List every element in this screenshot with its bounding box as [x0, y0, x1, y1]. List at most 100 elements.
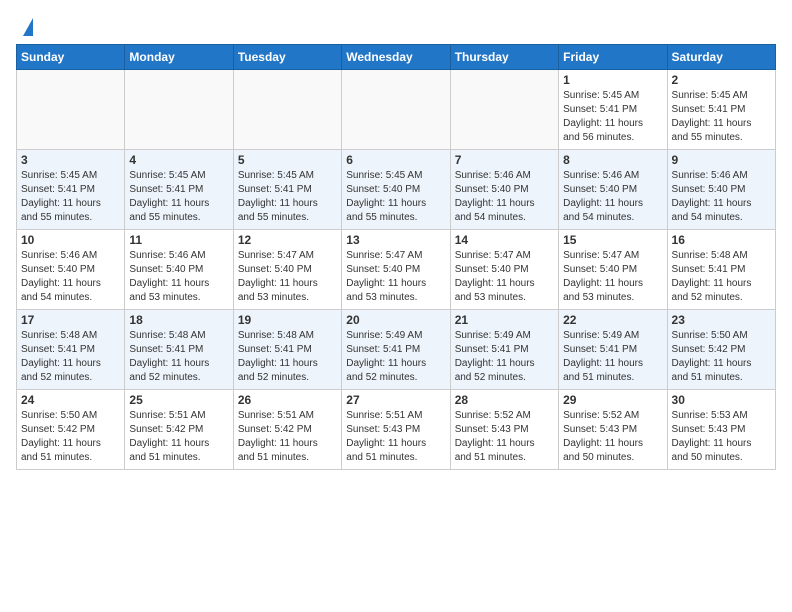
calendar-day-cell: 18Sunrise: 5:48 AM Sunset: 5:41 PM Dayli… — [125, 310, 233, 390]
day-number: 11 — [129, 233, 228, 247]
weekday-header-wednesday: Wednesday — [342, 45, 450, 70]
weekday-header-saturday: Saturday — [667, 45, 775, 70]
day-info: Sunrise: 5:45 AM Sunset: 5:41 PM Dayligh… — [129, 169, 228, 225]
day-info: Sunrise: 5:47 AM Sunset: 5:40 PM Dayligh… — [238, 249, 337, 305]
page-header — [16, 16, 776, 36]
day-number: 25 — [129, 393, 228, 407]
day-number: 27 — [346, 393, 445, 407]
day-number: 20 — [346, 313, 445, 327]
day-info: Sunrise: 5:47 AM Sunset: 5:40 PM Dayligh… — [455, 249, 554, 305]
day-info: Sunrise: 5:52 AM Sunset: 5:43 PM Dayligh… — [563, 409, 662, 465]
day-number: 29 — [563, 393, 662, 407]
day-number: 8 — [563, 153, 662, 167]
weekday-header-thursday: Thursday — [450, 45, 558, 70]
calendar-day-cell: 1 Sunrise: 5:45 AM Sunset: 5:41 PM Daylig… — [559, 70, 667, 150]
day-number: 23 — [672, 313, 771, 327]
calendar-day-cell: 13 Sunrise: 5:47 AM Sunset: 5:40 PM Dayli… — [342, 230, 450, 310]
day-info: Sunrise: 5:45 AM Sunset: 5:41 PM Dayligh… — [672, 89, 771, 145]
day-number: 13 — [346, 233, 445, 247]
day-info: Sunrise: 5:46 AM Sunset: 5:40 PM Dayligh… — [21, 249, 120, 305]
day-number: 21 — [455, 313, 554, 327]
day-number: 15 — [563, 233, 662, 247]
calendar-day-cell: 26 Sunrise: 5:51 AM Sunset: 5:42 PM Dayli… — [233, 390, 341, 470]
calendar-day-cell: 17 Sunrise: 5:48 AM Sunset: 5:41 PM Dayli… — [17, 310, 125, 390]
logo-triangle-icon — [23, 18, 33, 36]
weekday-header-tuesday: Tuesday — [233, 45, 341, 70]
day-number: 10 — [21, 233, 120, 247]
logo — [16, 16, 33, 36]
calendar-day-cell — [17, 70, 125, 150]
day-info: Sunrise: 5:53 AM Sunset: 5:43 PM Dayligh… — [672, 409, 771, 465]
day-info: Sunrise: 5:49 AM Sunset: 5:41 PM Dayligh… — [455, 329, 554, 385]
calendar-week-row: 24Sunrise: 5:50 AM Sunset: 5:42 PM Dayli… — [17, 390, 776, 470]
calendar-week-row: 3 Sunrise: 5:45 AM Sunset: 5:41 PM Daylig… — [17, 150, 776, 230]
day-info: Sunrise: 5:51 AM Sunset: 5:43 PM Dayligh… — [346, 409, 445, 465]
day-info: Sunrise: 5:48 AM Sunset: 5:41 PM Dayligh… — [129, 329, 228, 385]
day-number: 19 — [238, 313, 337, 327]
day-info: Sunrise: 5:50 AM Sunset: 5:42 PM Dayligh… — [21, 409, 120, 465]
day-number: 7 — [455, 153, 554, 167]
day-info: Sunrise: 5:46 AM Sunset: 5:40 PM Dayligh… — [455, 169, 554, 225]
calendar-day-cell: 20 Sunrise: 5:49 AM Sunset: 5:41 PM Dayli… — [342, 310, 450, 390]
day-number: 5 — [238, 153, 337, 167]
day-info: Sunrise: 5:47 AM Sunset: 5:40 PM Dayligh… — [563, 249, 662, 305]
calendar-day-cell: 25 Sunrise: 5:51 AM Sunset: 5:42 PM Dayli… — [125, 390, 233, 470]
calendar-day-cell: 2 Sunrise: 5:45 AM Sunset: 5:41 PM Daylig… — [667, 70, 775, 150]
calendar-day-cell: 27 Sunrise: 5:51 AM Sunset: 5:43 PM Dayli… — [342, 390, 450, 470]
day-number: 12 — [238, 233, 337, 247]
day-number: 16 — [672, 233, 771, 247]
weekday-header-friday: Friday — [559, 45, 667, 70]
calendar-table: SundayMondayTuesdayWednesdayThursdayFrid… — [16, 44, 776, 470]
calendar-week-row: 17 Sunrise: 5:48 AM Sunset: 5:41 PM Dayli… — [17, 310, 776, 390]
day-number: 3 — [21, 153, 120, 167]
calendar-day-cell: 24Sunrise: 5:50 AM Sunset: 5:42 PM Dayli… — [17, 390, 125, 470]
day-info: Sunrise: 5:50 AM Sunset: 5:42 PM Dayligh… — [672, 329, 771, 385]
day-number: 14 — [455, 233, 554, 247]
calendar-day-cell — [342, 70, 450, 150]
day-info: Sunrise: 5:46 AM Sunset: 5:40 PM Dayligh… — [672, 169, 771, 225]
calendar-day-cell: 29 Sunrise: 5:52 AM Sunset: 5:43 PM Dayli… — [559, 390, 667, 470]
day-info: Sunrise: 5:45 AM Sunset: 5:41 PM Dayligh… — [238, 169, 337, 225]
calendar-day-cell — [125, 70, 233, 150]
day-number: 22 — [563, 313, 662, 327]
day-info: Sunrise: 5:46 AM Sunset: 5:40 PM Dayligh… — [129, 249, 228, 305]
calendar-day-cell: 14 Sunrise: 5:47 AM Sunset: 5:40 PM Dayli… — [450, 230, 558, 310]
day-number: 30 — [672, 393, 771, 407]
day-info: Sunrise: 5:52 AM Sunset: 5:43 PM Dayligh… — [455, 409, 554, 465]
calendar-day-cell: 21 Sunrise: 5:49 AM Sunset: 5:41 PM Dayli… — [450, 310, 558, 390]
day-info: Sunrise: 5:51 AM Sunset: 5:42 PM Dayligh… — [129, 409, 228, 465]
calendar-day-cell: 15 Sunrise: 5:47 AM Sunset: 5:40 PM Dayli… — [559, 230, 667, 310]
day-info: Sunrise: 5:45 AM Sunset: 5:41 PM Dayligh… — [563, 89, 662, 145]
day-info: Sunrise: 5:46 AM Sunset: 5:40 PM Dayligh… — [563, 169, 662, 225]
day-info: Sunrise: 5:51 AM Sunset: 5:42 PM Dayligh… — [238, 409, 337, 465]
day-number: 9 — [672, 153, 771, 167]
weekday-header-row: SundayMondayTuesdayWednesdayThursdayFrid… — [17, 45, 776, 70]
day-info: Sunrise: 5:48 AM Sunset: 5:41 PM Dayligh… — [21, 329, 120, 385]
calendar-day-cell: 4 Sunrise: 5:45 AM Sunset: 5:41 PM Daylig… — [125, 150, 233, 230]
calendar-day-cell: 11 Sunrise: 5:46 AM Sunset: 5:40 PM Dayli… — [125, 230, 233, 310]
calendar-day-cell: 22 Sunrise: 5:49 AM Sunset: 5:41 PM Dayli… — [559, 310, 667, 390]
calendar-day-cell: 9 Sunrise: 5:46 AM Sunset: 5:40 PM Daylig… — [667, 150, 775, 230]
calendar-day-cell: 6 Sunrise: 5:45 AM Sunset: 5:40 PM Daylig… — [342, 150, 450, 230]
day-number: 28 — [455, 393, 554, 407]
day-info: Sunrise: 5:49 AM Sunset: 5:41 PM Dayligh… — [563, 329, 662, 385]
calendar-week-row: 1 Sunrise: 5:45 AM Sunset: 5:41 PM Daylig… — [17, 70, 776, 150]
day-info: Sunrise: 5:48 AM Sunset: 5:41 PM Dayligh… — [238, 329, 337, 385]
day-number: 2 — [672, 73, 771, 87]
day-number: 6 — [346, 153, 445, 167]
calendar-day-cell: 23 Sunrise: 5:50 AM Sunset: 5:42 PM Dayli… — [667, 310, 775, 390]
day-info: Sunrise: 5:48 AM Sunset: 5:41 PM Dayligh… — [672, 249, 771, 305]
day-number: 26 — [238, 393, 337, 407]
calendar-day-cell: 30 Sunrise: 5:53 AM Sunset: 5:43 PM Dayli… — [667, 390, 775, 470]
calendar-day-cell: 5 Sunrise: 5:45 AM Sunset: 5:41 PM Daylig… — [233, 150, 341, 230]
day-number: 17 — [21, 313, 120, 327]
calendar-day-cell: 3Sunrise: 5:45 AM Sunset: 5:41 PM Daylig… — [17, 150, 125, 230]
day-number: 1 — [563, 73, 662, 87]
day-info: Sunrise: 5:47 AM Sunset: 5:40 PM Dayligh… — [346, 249, 445, 305]
weekday-header-sunday: Sunday — [17, 45, 125, 70]
day-info: Sunrise: 5:49 AM Sunset: 5:41 PM Dayligh… — [346, 329, 445, 385]
day-number: 4 — [129, 153, 228, 167]
calendar-day-cell — [233, 70, 341, 150]
day-info: Sunrise: 5:45 AM Sunset: 5:40 PM Dayligh… — [346, 169, 445, 225]
calendar-week-row: 10 Sunrise: 5:46 AM Sunset: 5:40 PM Dayli… — [17, 230, 776, 310]
